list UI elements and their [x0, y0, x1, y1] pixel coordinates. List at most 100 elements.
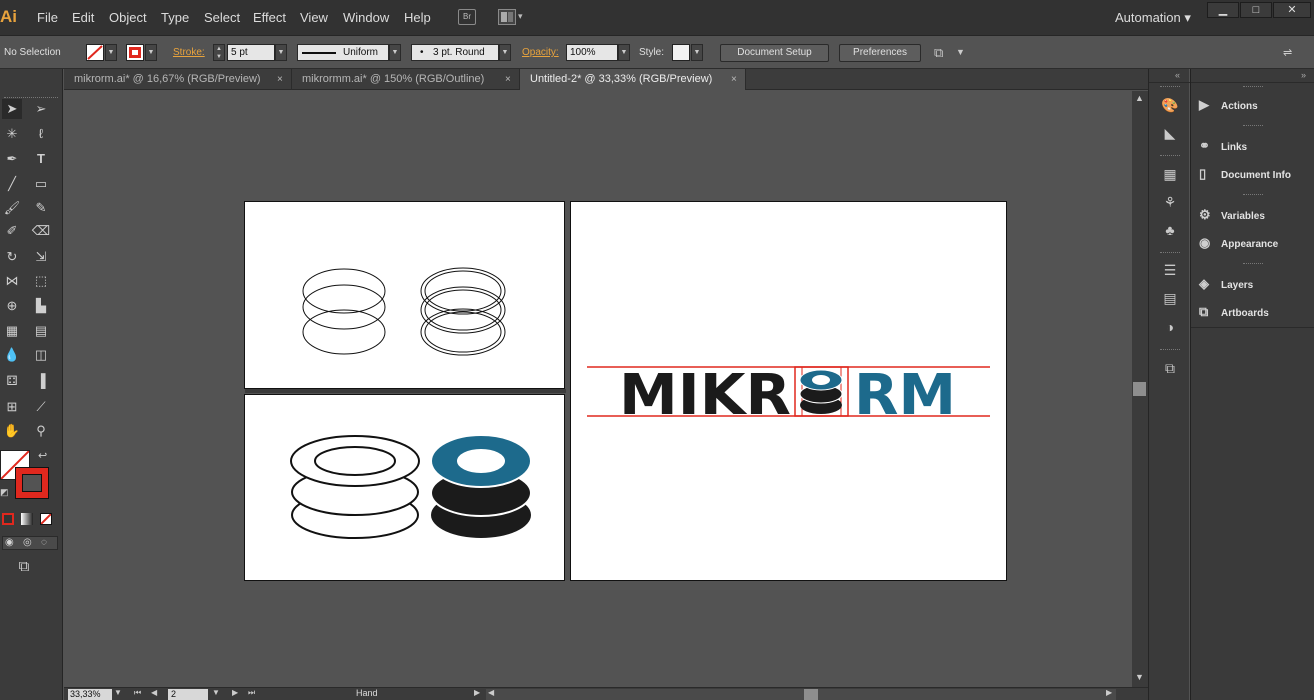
preferences-button[interactable]: Preferences — [839, 44, 921, 62]
pencil-tool-icon[interactable]: ✎ — [31, 198, 51, 218]
collapse-dock-icon[interactable]: « — [1175, 70, 1180, 80]
menu-object[interactable]: Object — [109, 10, 147, 25]
bridge-button[interactable]: Br — [458, 9, 476, 25]
last-artboard-icon[interactable]: ⏭ — [248, 688, 255, 698]
tab-close-button[interactable]: × — [731, 69, 737, 90]
tab-untitled-2[interactable]: Untitled-2* @ 33,33% (RGB/Preview) × — [520, 69, 746, 90]
chevron-down-icon[interactable]: ▾ — [518, 11, 523, 22]
pen-tool-icon[interactable]: ✒ — [2, 149, 22, 169]
scale-tool-icon[interactable]: ⇲ — [31, 247, 51, 267]
menu-type[interactable]: Type — [161, 10, 189, 25]
zoom-tool-icon[interactable]: ⚲ — [31, 421, 51, 441]
zoom-field[interactable]: 33,33% — [68, 689, 112, 700]
style-dropdown[interactable]: ▼ — [691, 44, 703, 61]
artboard-dropdown-icon[interactable]: ▼ — [212, 688, 220, 697]
horizontal-scrollbar[interactable]: ◀ ▶ — [486, 688, 1116, 700]
fill-swatch[interactable] — [86, 44, 104, 61]
stroke-label[interactable]: Stroke: — [173, 47, 205, 58]
panel-actions[interactable]: ▶ Actions — [1199, 93, 1309, 117]
stroke-indicator[interactable] — [15, 467, 49, 499]
stroke-weight-dropdown[interactable]: ▼ — [275, 44, 287, 61]
symbol-sprayer-tool-icon[interactable]: ⚃ — [2, 371, 22, 391]
menu-select[interactable]: Select — [204, 10, 240, 25]
selection-tool-icon[interactable]: ➤ — [2, 99, 22, 119]
artboard-1[interactable] — [244, 201, 565, 389]
vertical-scroll-thumb[interactable] — [1133, 382, 1146, 396]
artboard-3[interactable]: MIKR RM — [570, 201, 1007, 581]
arrange-documents-icon[interactable] — [498, 9, 516, 25]
transform-icon[interactable]: ⧉ — [1160, 359, 1180, 377]
drawing-modes[interactable]: ◉ ◎ ◌ — [2, 536, 58, 550]
direct-selection-tool-icon[interactable]: ➢ — [31, 99, 51, 119]
blob-brush-tool-icon[interactable]: ✐ — [2, 221, 22, 241]
previous-artboard-icon[interactable]: ◀ — [151, 688, 157, 697]
column-graph-tool-icon[interactable]: ▐ — [31, 371, 51, 391]
artboard-number-field[interactable]: 2 — [168, 689, 208, 700]
profile-dropdown[interactable]: ▼ — [389, 44, 401, 61]
tab-close-button[interactable]: × — [277, 69, 283, 90]
tab-mikrormm[interactable]: mikrormm.ai* @ 150% (RGB/Outline) × — [292, 69, 520, 90]
opacity-field[interactable]: 100% — [566, 44, 618, 61]
menu-view[interactable]: View — [300, 10, 328, 25]
gradient-mode-icon[interactable] — [21, 513, 33, 525]
brush-definition[interactable]: • 3 pt. Round — [411, 44, 499, 61]
default-colors-icon[interactable]: ◩ — [0, 487, 9, 498]
eraser-tool-icon[interactable]: ⌫ — [31, 221, 51, 241]
arrange-icon[interactable]: ⧉ — [934, 45, 943, 61]
artboard-2[interactable] — [244, 394, 565, 581]
tab-close-button[interactable]: × — [505, 69, 511, 90]
shape-builder-tool-icon[interactable]: ⊕ — [2, 296, 22, 316]
menu-window[interactable]: Window — [343, 10, 389, 25]
fill-dropdown-button[interactable]: ▼ — [105, 44, 117, 61]
magic-wand-tool-icon[interactable]: ✳ — [2, 124, 22, 144]
slice-tool-icon[interactable]: ⟋ — [31, 397, 51, 417]
panel-appearance[interactable]: ◉ Appearance — [1199, 231, 1309, 255]
menu-effect[interactable]: Effect — [253, 10, 286, 25]
stroke-panel-icon[interactable]: ☰ — [1160, 261, 1180, 279]
menu-edit[interactable]: Edit — [72, 10, 94, 25]
panel-menu-icon[interactable]: ⇌ — [1283, 46, 1292, 59]
swap-fill-stroke-icon[interactable]: ↩ — [38, 449, 47, 462]
brushes-icon[interactable]: ⚘ — [1160, 193, 1180, 211]
artboard-tool-icon[interactable]: ⊞ — [2, 397, 22, 417]
hand-tool-icon[interactable]: ✋ — [2, 421, 22, 441]
first-artboard-icon[interactable]: ⏮ — [134, 688, 141, 698]
screen-mode-icon[interactable]: ⧉ — [14, 557, 34, 577]
status-menu-icon[interactable]: ▶ — [474, 688, 480, 697]
type-tool-icon[interactable]: T — [31, 149, 51, 169]
gradient-panel-icon[interactable]: ▤ — [1160, 289, 1180, 307]
perspective-grid-tool-icon[interactable]: ▙ — [31, 296, 51, 316]
stroke-stepper[interactable]: ▲ ▼ — [213, 44, 225, 61]
minimize-button[interactable]: ▁ — [1207, 2, 1239, 18]
none-mode-icon[interactable] — [40, 513, 52, 525]
zoom-dropdown-icon[interactable]: ▼ — [114, 688, 122, 697]
rectangle-tool-icon[interactable]: ▭ — [31, 174, 51, 194]
gradient-tool-icon[interactable]: ▤ — [31, 321, 51, 341]
collapse-panels-icon[interactable]: » — [1301, 70, 1306, 80]
panel-artboards[interactable]: ⧉ Artboards — [1199, 300, 1309, 324]
eyedropper-tool-icon[interactable]: 💧 — [2, 345, 22, 365]
next-artboard-icon[interactable]: ▶ — [232, 688, 238, 697]
stroke-swatch[interactable] — [126, 44, 144, 61]
document-setup-button[interactable]: Document Setup — [720, 44, 829, 62]
workspace-switcher[interactable]: Automation ▾ — [1115, 10, 1191, 26]
symbols-icon[interactable]: ♣ — [1160, 221, 1180, 239]
rotate-tool-icon[interactable]: ↻ — [2, 247, 22, 267]
chevron-down-icon[interactable]: ▼ — [956, 47, 965, 57]
opacity-label[interactable]: Opacity: — [522, 47, 559, 58]
panel-document-info[interactable]: ▯ Document Info — [1199, 162, 1309, 186]
color-panel-icon[interactable]: ◣ — [1160, 124, 1180, 142]
close-window-button[interactable]: ✕ — [1273, 2, 1311, 18]
panel-layers[interactable]: ◈ Layers — [1199, 272, 1309, 296]
panel-links[interactable]: ⚭ Links — [1199, 134, 1309, 158]
opacity-dropdown[interactable]: ▼ — [618, 44, 630, 61]
lasso-tool-icon[interactable]: ℓ — [31, 124, 51, 144]
mesh-tool-icon[interactable]: ▦ — [2, 321, 22, 341]
color-guide-icon[interactable]: 🎨 — [1160, 96, 1180, 114]
brush-dropdown[interactable]: ▼ — [499, 44, 511, 61]
color-mode-icon[interactable] — [2, 513, 14, 525]
maximize-button[interactable]: □ — [1240, 2, 1272, 18]
menu-file[interactable]: File — [37, 10, 58, 25]
blend-tool-icon[interactable]: ◫ — [31, 345, 51, 365]
stroke-dropdown-button[interactable]: ▼ — [145, 44, 157, 61]
